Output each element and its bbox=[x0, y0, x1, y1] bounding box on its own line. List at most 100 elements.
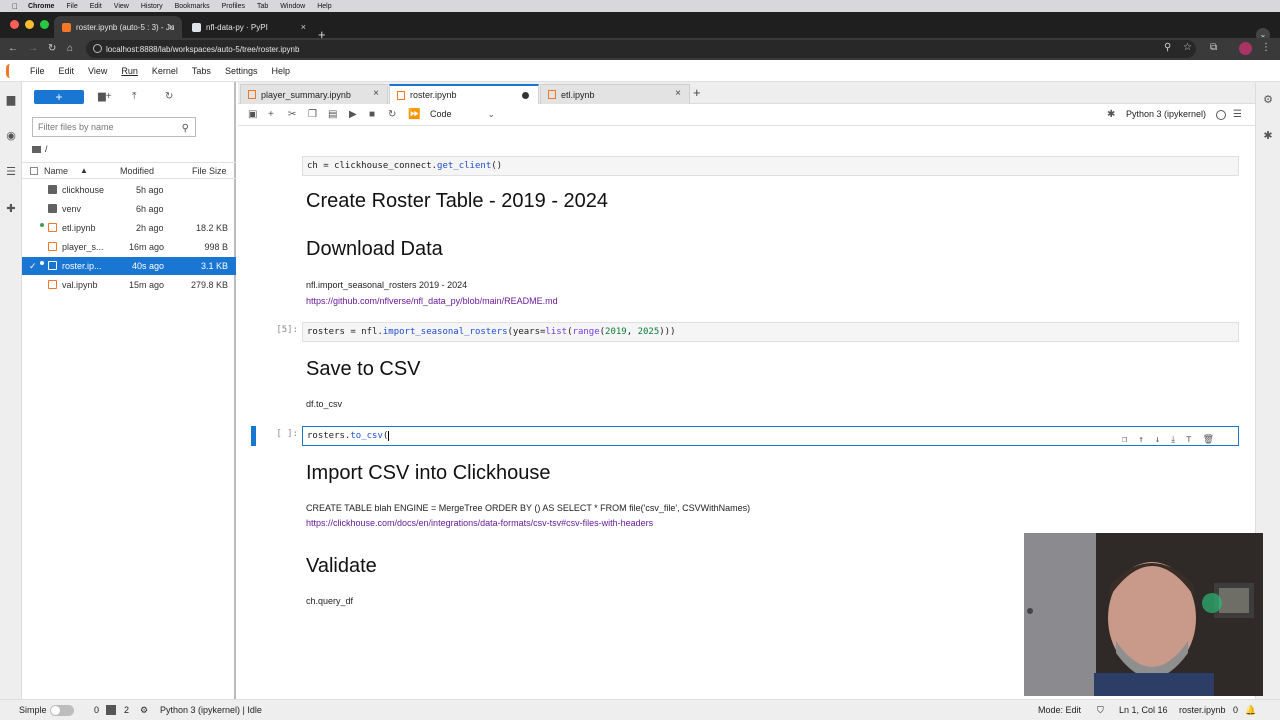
file-row-roster[interactable]: ✓ roster.ip... 40s ago 3.1 KB bbox=[22, 257, 236, 275]
menu-app-name[interactable]: Chrome bbox=[28, 3, 54, 10]
back-icon[interactable]: ← bbox=[8, 43, 18, 55]
address-bar[interactable]: localhost:8888/lab/workspaces/auto-5/tre… bbox=[86, 40, 1196, 58]
extensions-icon[interactable]: ⧉ bbox=[1210, 42, 1217, 53]
copy-icon[interactable]: ❐ bbox=[308, 109, 317, 121]
mac-menu-history[interactable]: History bbox=[141, 3, 163, 10]
bell-icon[interactable]: 🔔 bbox=[1245, 705, 1256, 716]
refresh-icon[interactable]: ↻ bbox=[165, 91, 173, 103]
insert-below-icon[interactable]: ⊤ bbox=[1186, 431, 1191, 449]
mac-menu-profiles[interactable]: Profiles bbox=[222, 3, 245, 10]
mac-menu-file[interactable]: File bbox=[66, 3, 77, 10]
code-cell-to-csv[interactable]: rosters.to_csv( ❐ ↑ ↓ ⤓ ⊤ 🗑 bbox=[302, 426, 1239, 446]
menu-settings[interactable]: Settings bbox=[225, 66, 258, 76]
mac-menu-view[interactable]: View bbox=[114, 3, 129, 10]
mac-menu-bookmarks[interactable]: Bookmarks bbox=[175, 3, 210, 10]
close-tab-icon[interactable]: × bbox=[301, 22, 306, 32]
move-down-icon[interactable]: ↓ bbox=[1155, 431, 1160, 449]
property-inspector-gear-icon[interactable]: ⚙ bbox=[1262, 94, 1274, 106]
cursor-position[interactable]: Ln 1, Col 16 bbox=[1119, 705, 1168, 715]
close-tab-icon[interactable]: × bbox=[675, 88, 681, 99]
breadcrumb-root[interactable]: / bbox=[45, 144, 48, 154]
file-row-clickhouse[interactable]: clickhouse 5h ago bbox=[22, 181, 236, 199]
tab-player-summary[interactable]: player_summary.ipynb × bbox=[240, 84, 388, 104]
simple-mode-toggle[interactable] bbox=[50, 705, 74, 716]
paste-icon[interactable]: ▤ bbox=[328, 109, 337, 121]
menu-kernel[interactable]: Kernel bbox=[152, 66, 178, 76]
kernel-status-text[interactable]: Python 3 (ipykernel) | Idle bbox=[160, 705, 262, 715]
mac-menu-edit[interactable]: Edit bbox=[90, 3, 102, 10]
notification-count[interactable]: 0 bbox=[1233, 705, 1238, 715]
restart-run-all-icon[interactable]: ⏩ bbox=[408, 109, 420, 121]
home-icon[interactable]: ⌂ bbox=[67, 43, 73, 55]
close-window-button[interactable] bbox=[10, 20, 19, 29]
bookmark-star-icon[interactable]: ☆ bbox=[1183, 42, 1192, 53]
cut-icon[interactable]: ✂ bbox=[288, 109, 296, 121]
debugger-icon[interactable]: ✱ bbox=[1262, 130, 1274, 142]
chrome-menu-icon[interactable]: ⋮ bbox=[1261, 42, 1271, 53]
file-row-venv[interactable]: venv 6h ago bbox=[22, 200, 236, 218]
hamburger-menu-icon[interactable]: ☰ bbox=[1233, 109, 1242, 121]
browser-tab-pypi[interactable]: nfl-data-py · PyPI × bbox=[184, 16, 314, 38]
file-row-player-summary[interactable]: player_s... 16m ago 998 B bbox=[22, 238, 236, 256]
menu-view[interactable]: View bbox=[88, 66, 107, 76]
site-info-icon[interactable] bbox=[93, 44, 102, 53]
reload-icon[interactable]: ↻ bbox=[48, 43, 56, 55]
menu-help[interactable]: Help bbox=[271, 66, 290, 76]
column-name[interactable]: Name bbox=[44, 166, 68, 176]
profile-avatar[interactable] bbox=[1239, 42, 1252, 55]
breadcrumb[interactable]: / bbox=[32, 144, 48, 154]
menu-file[interactable]: File bbox=[30, 66, 45, 76]
extensions-puzzle-icon[interactable]: ✚ bbox=[5, 203, 17, 215]
new-tab-plus-icon[interactable]: + bbox=[693, 86, 701, 99]
menu-edit[interactable]: Edit bbox=[59, 66, 75, 76]
debugger-bug-icon[interactable]: ✱ bbox=[1107, 109, 1115, 121]
code-cell-client[interactable]: ch = clickhouse_connect.get_client() bbox=[302, 156, 1239, 176]
restart-kernel-icon[interactable]: ↻ bbox=[388, 109, 396, 121]
close-tab-icon[interactable]: × bbox=[373, 88, 379, 99]
cell-type-select[interactable]: Code ⌄ bbox=[430, 109, 495, 120]
run-icon[interactable]: ▶ bbox=[349, 109, 357, 121]
code-cell-rosters[interactable]: rosters = nfl.import_seasonal_rosters(ye… bbox=[302, 322, 1239, 342]
minimize-window-button[interactable] bbox=[25, 20, 34, 29]
column-modified[interactable]: Modified bbox=[120, 166, 154, 176]
tab-etl[interactable]: etl.ipynb × bbox=[540, 84, 690, 104]
zoom-icon[interactable]: ⚲ bbox=[1164, 42, 1171, 53]
upload-icon[interactable]: ⤒ bbox=[132, 91, 136, 103]
new-launcher-button[interactable]: + bbox=[34, 90, 84, 104]
save-icon[interactable]: ▣ bbox=[248, 109, 257, 121]
delete-cell-icon[interactable]: 🗑 bbox=[1203, 431, 1214, 449]
kernel-count[interactable]: 2 bbox=[124, 705, 129, 715]
kernel-name[interactable]: Python 3 (ipykernel) bbox=[1126, 109, 1206, 119]
stop-icon[interactable]: ■ bbox=[369, 109, 375, 121]
mac-menu-window[interactable]: Window bbox=[280, 3, 305, 10]
link-clickhouse-docs[interactable]: https://clickhouse.com/docs/en/integrati… bbox=[306, 518, 653, 528]
maximize-window-button[interactable] bbox=[40, 20, 49, 29]
running-kernels-icon[interactable]: ◉ bbox=[5, 130, 17, 142]
insert-cell-icon[interactable]: + bbox=[268, 109, 274, 121]
tab-roster[interactable]: roster.ipynb bbox=[389, 84, 539, 104]
move-up-icon[interactable]: ↑ bbox=[1138, 431, 1143, 449]
unsaved-indicator-icon[interactable] bbox=[522, 92, 529, 99]
forward-icon[interactable]: → bbox=[28, 43, 38, 55]
table-of-contents-icon[interactable]: ☰ bbox=[5, 166, 17, 178]
mac-menu-tab[interactable]: Tab bbox=[257, 3, 268, 10]
file-browser-folder-icon[interactable]: ▆ bbox=[5, 94, 17, 106]
terminal-count[interactable]: 0 bbox=[94, 705, 99, 715]
browser-tab-roster[interactable]: roster.ipynb (auto-5 : 3) - Ju × bbox=[54, 16, 182, 38]
mac-menu-help[interactable]: Help bbox=[317, 3, 331, 10]
file-list-header: Name ▲ Modified File Size bbox=[22, 162, 236, 179]
close-tab-icon[interactable]: × bbox=[169, 22, 174, 32]
filter-files-input[interactable]: Filter files by name ⚲ bbox=[32, 117, 196, 137]
duplicate-cell-icon[interactable]: ❐ bbox=[1122, 431, 1127, 449]
browser-tab-title: roster.ipynb (auto-5 : 3) - Ju bbox=[76, 22, 175, 32]
insert-above-icon[interactable]: ⤓ bbox=[1171, 431, 1175, 449]
menu-run[interactable]: Run bbox=[121, 66, 138, 76]
file-row-etl[interactable]: etl.ipynb 2h ago 18.2 KB bbox=[22, 219, 236, 237]
column-file-size[interactable]: File Size bbox=[192, 166, 227, 176]
new-folder-icon[interactable]: ▆+ bbox=[98, 91, 112, 103]
apple-icon[interactable]:  bbox=[12, 2, 18, 11]
select-all-checkbox[interactable] bbox=[30, 167, 38, 175]
link-readme[interactable]: https://github.com/nflverse/nfl_data_py/… bbox=[306, 296, 558, 306]
file-row-val[interactable]: val.ipynb 15m ago 279.8 KB bbox=[22, 276, 236, 294]
menu-tabs[interactable]: Tabs bbox=[192, 66, 211, 76]
